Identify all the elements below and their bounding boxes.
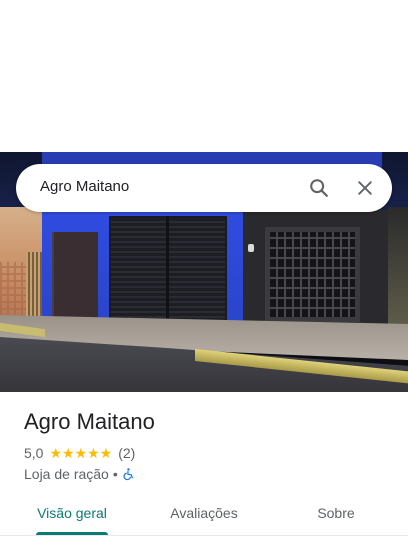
tabs-divider — [0, 535, 408, 536]
close-button[interactable] — [349, 172, 381, 204]
rating-row[interactable]: 5,0 ★★★★★ (2) — [24, 444, 135, 462]
category-row: Loja de ração • — [24, 465, 135, 483]
close-icon — [358, 181, 372, 195]
search-query-text[interactable]: Agro Maitano — [40, 178, 129, 195]
place-title: Agro Maitano — [24, 409, 155, 434]
tab-about[interactable]: Sobre — [280, 494, 392, 532]
search-bar[interactable]: Agro Maitano — [16, 164, 392, 212]
search-icon — [310, 179, 328, 197]
top-blank-area — [0, 0, 408, 152]
star-rating-icon: ★★★★★ — [49, 444, 113, 461]
review-count[interactable]: (2) — [118, 445, 135, 461]
place-category[interactable]: Loja de ração — [24, 466, 109, 482]
separator-dot: • — [112, 466, 118, 482]
tab-reviews[interactable]: Avaliações — [148, 494, 260, 532]
search-button[interactable] — [303, 172, 335, 204]
tab-overview[interactable]: Visão geral — [16, 494, 128, 532]
wheelchair-icon — [123, 468, 133, 481]
rating-value: 5,0 — [24, 445, 44, 461]
tab-bar: Visão geral Avaliações Sobre — [0, 494, 408, 534]
